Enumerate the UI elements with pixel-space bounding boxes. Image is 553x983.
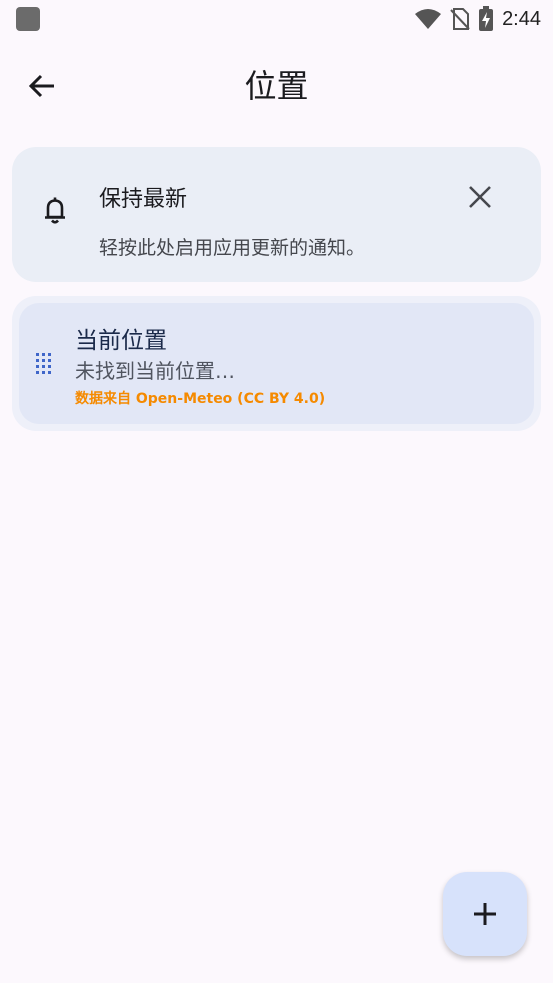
status-bar: 2:44 <box>0 0 553 38</box>
no-sim-icon <box>450 8 470 30</box>
location-item-current[interactable]: 当前位置 未找到当前位置… 数据来自 Open-Meteo (CC BY 4.0… <box>19 303 534 424</box>
notice-body: 轻按此处启用应用更新的通知。 <box>99 237 366 259</box>
location-name: 当前位置 <box>75 328 167 354</box>
update-notice-card[interactable]: 保持最新 轻按此处启用应用更新的通知。 <box>12 147 541 282</box>
app-notification-icon <box>16 7 40 31</box>
notice-title: 保持最新 <box>99 187 188 212</box>
location-list: 当前位置 未找到当前位置… 数据来自 Open-Meteo (CC BY 4.0… <box>12 296 541 431</box>
plus-icon <box>474 903 496 925</box>
page-title: 位置 <box>244 67 309 105</box>
dismiss-notice-button[interactable] <box>458 175 502 219</box>
clock: 2:44 <box>502 7 541 30</box>
battery-charging-icon <box>479 6 494 31</box>
close-icon <box>469 186 491 208</box>
drag-handle-icon[interactable] <box>35 352 53 376</box>
add-location-button[interactable] <box>443 872 527 956</box>
location-status: 未找到当前位置… <box>75 359 235 383</box>
status-icons: 2:44 <box>414 6 541 32</box>
top-app-bar: 位置 <box>0 52 553 120</box>
wifi-icon <box>415 9 442 29</box>
data-source-attribution: 数据来自 Open-Meteo (CC BY 4.0) <box>75 391 326 407</box>
bell-icon <box>45 197 65 224</box>
